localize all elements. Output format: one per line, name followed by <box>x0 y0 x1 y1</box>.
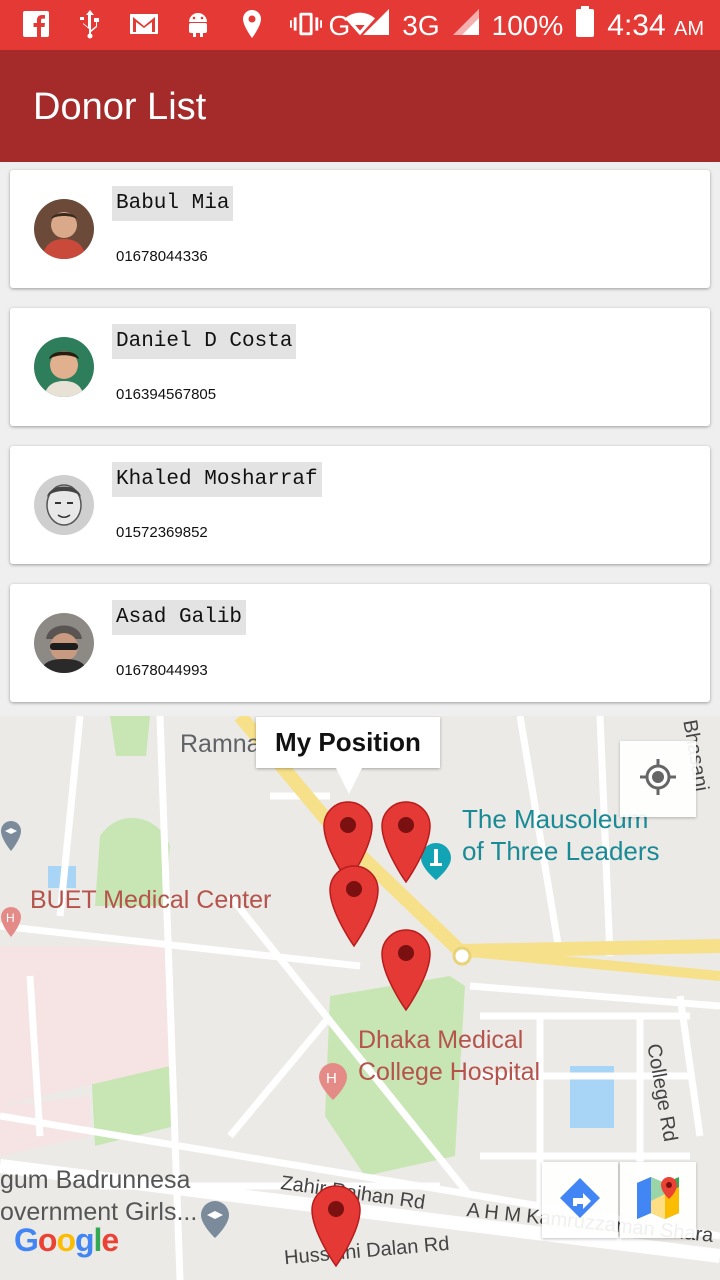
donor-list[interactable]: Babul Mia 01678044336 Daniel D Costa 016… <box>10 170 710 722</box>
my-location-button[interactable] <box>620 741 696 817</box>
donor-name: Asad Galib <box>112 600 247 635</box>
battery-percent: 100% <box>491 9 564 41</box>
hospital-poi-icon: H <box>0 906 22 942</box>
map-marker[interactable] <box>328 864 380 948</box>
avatar <box>34 475 94 535</box>
donor-name: Daniel D Costa <box>112 324 297 359</box>
donor-phone: 016394567805 <box>116 386 217 403</box>
map-marker[interactable] <box>310 1184 362 1268</box>
my-location-icon <box>638 757 678 801</box>
directions-icon <box>558 1176 602 1224</box>
google-logo: Google <box>14 1222 119 1258</box>
svg-text:H: H <box>6 911 15 925</box>
map-label: of Three Leaders <box>462 836 660 866</box>
donor-card[interactable]: Asad Galib 01678044993 <box>10 584 710 702</box>
svg-text:H: H <box>326 1070 337 1087</box>
map-label: Dhaka Medical <box>358 1026 524 1054</box>
facebook-icon <box>20 8 52 40</box>
donor-card[interactable]: Daniel D Costa 016394567805 <box>10 308 710 426</box>
signal-icon-2 <box>452 8 480 43</box>
network-3g-label: 3G <box>402 9 440 41</box>
status-bar: G 3G 100% 4:34 AM <box>0 0 720 50</box>
map-label: gum Badrunnesa <box>0 1166 191 1194</box>
clock: 4:34 AM <box>607 8 704 42</box>
donor-phone: 01678044336 <box>116 248 208 265</box>
hospital-poi-icon: H <box>318 1062 348 1106</box>
android-icon <box>182 8 214 40</box>
map-marker[interactable] <box>380 928 432 1012</box>
map-label: Ramna <box>180 730 261 758</box>
network-g-label: G <box>328 9 351 41</box>
info-window-tail <box>336 768 362 794</box>
open-maps-button[interactable] <box>620 1162 696 1238</box>
avatar <box>34 199 94 259</box>
avatar <box>34 613 94 673</box>
avatar <box>34 337 94 397</box>
google-maps-icon <box>635 1175 681 1225</box>
donor-name: Babul Mia <box>112 186 234 221</box>
school-icon <box>200 1200 230 1244</box>
school-icon <box>0 820 22 856</box>
battery-icon <box>575 6 595 45</box>
location-icon <box>236 8 268 40</box>
donor-card[interactable]: Babul Mia 01678044336 <box>10 170 710 288</box>
signal-icon <box>362 8 390 43</box>
app-bar: Donor List <box>0 50 720 162</box>
donor-phone: 01678044993 <box>116 662 208 679</box>
map-label: BUET Medical Center <box>30 886 272 914</box>
donor-name: Khaled Mosharraf <box>112 462 322 497</box>
usb-icon <box>74 8 106 40</box>
donor-phone: 01572369852 <box>116 524 208 541</box>
gmail-icon <box>128 8 160 40</box>
map-marker[interactable] <box>380 800 432 884</box>
page-title: Donor List <box>33 86 207 128</box>
map-label: College Hospital <box>358 1058 541 1086</box>
directions-button[interactable] <box>542 1162 618 1238</box>
my-position-info-window[interactable]: My Position <box>256 717 440 768</box>
vibrate-icon <box>290 8 322 40</box>
map-view[interactable]: Ramna The Mausoleum of Three Leaders BUE… <box>0 716 720 1280</box>
donor-card[interactable]: Khaled Mosharraf 01572369852 <box>10 446 710 564</box>
